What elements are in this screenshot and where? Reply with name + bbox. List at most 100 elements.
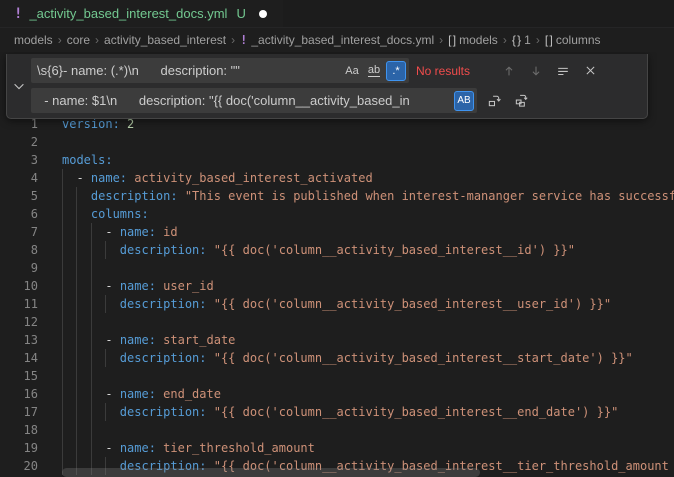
code-line-content [62, 421, 674, 439]
find-input[interactable]: \s{6}- name: (.*)\n description: "" Aa a… [31, 58, 409, 83]
code-token [62, 279, 105, 293]
indent-guide [76, 205, 77, 223]
code-line[interactable]: 18 [0, 421, 674, 439]
code-token: "{{ doc('column__activity_based_interest… [207, 297, 612, 311]
code-line[interactable]: 16 - name: end_date [0, 385, 674, 403]
code-line[interactable]: 17 description: "{{ doc('column__activit… [0, 403, 674, 421]
code-line-content: description: "{{ doc('column__activity_b… [62, 241, 674, 259]
code-token: 2 [120, 117, 134, 131]
line-number: 16 [0, 385, 38, 403]
indent-guide [76, 421, 77, 439]
line-number: 13 [0, 331, 38, 349]
object-symbol-icon: { } [512, 33, 520, 47]
code-token: - [105, 387, 119, 401]
code-token: start_date [156, 333, 235, 347]
indent-guide [62, 403, 63, 421]
code-token: name: [120, 441, 156, 455]
code-line[interactable]: 4 - name: activity_based_interest_activa… [0, 169, 674, 187]
replace-icon [487, 93, 502, 108]
breadcrumb-item[interactable]: !_activity_based_interest_docs.yml [240, 33, 434, 47]
code-token: description: [120, 243, 207, 257]
line-number: 14 [0, 349, 38, 367]
code-token: - [105, 279, 119, 293]
indent-guide [62, 349, 63, 367]
find-input-value[interactable]: \s{6}- name: (.*)\n description: "" [37, 63, 340, 78]
previous-match-button[interactable] [499, 61, 519, 81]
code-line[interactable]: 8 description: "{{ doc('column__activity… [0, 241, 674, 259]
code-token: "This event is published when interest-m… [178, 189, 674, 203]
code-line[interactable]: 2 [0, 133, 674, 151]
indent-guide [76, 331, 77, 349]
breadcrumb-item[interactable]: core [67, 33, 90, 47]
code-line[interactable]: 19 - name: tier_threshold_amount [0, 439, 674, 457]
tab-active-file[interactable]: ! _activity_based_interest_docs.yml U [0, 0, 283, 27]
breadcrumb-item[interactable]: [ ]models [448, 33, 498, 47]
tab-filename: _activity_based_interest_docs.yml [29, 6, 227, 21]
breadcrumb-label: models [459, 33, 498, 47]
indent-guide [105, 403, 106, 421]
code-token: "{{ doc('column__activity_based_interest… [207, 405, 619, 419]
replace-input[interactable]: - name: $1\n description: "{{ doc('colum… [31, 88, 477, 113]
breadcrumb-label: columns [556, 33, 601, 47]
code-line[interactable]: 12 [0, 313, 674, 331]
breadcrumb: models›core›activity_based_interest›!_ac… [0, 28, 674, 52]
find-in-selection-button[interactable] [553, 61, 573, 81]
indent-guide [76, 187, 77, 205]
code-token: name: [91, 171, 127, 185]
indent-guide [91, 385, 92, 403]
modified-dot-icon[interactable] [259, 10, 267, 18]
indent-guide [62, 439, 63, 457]
code-line[interactable]: 6 columns: [0, 205, 674, 223]
code-line[interactable]: 7 - name: id [0, 223, 674, 241]
toggle-replace-chevron[interactable] [7, 58, 31, 113]
match-case-toggle[interactable]: Aa [342, 61, 362, 81]
breadcrumb-separator-icon: › [536, 33, 540, 47]
code-line[interactable]: 11 description: "{{ doc('column__activit… [0, 295, 674, 313]
code-line-content [62, 313, 674, 331]
code-token: - [76, 171, 90, 185]
indent-guide [105, 241, 106, 259]
code-line[interactable]: 14 description: "{{ doc('column__activit… [0, 349, 674, 367]
code-token: description: [120, 405, 207, 419]
code-token [62, 333, 105, 347]
breadcrumb-item[interactable]: { }1 [512, 33, 531, 47]
code-line-content: - name: start_date [62, 331, 674, 349]
line-number: 17 [0, 403, 38, 421]
regex-toggle[interactable]: .* [386, 61, 406, 81]
indent-guide [62, 295, 63, 313]
arrow-up-icon [502, 64, 516, 78]
code-line-content: description: "{{ doc('column__activity_b… [62, 295, 674, 313]
indent-guide [76, 403, 77, 421]
replace-input-value[interactable]: - name: $1\n description: "{{ doc('colum… [37, 93, 452, 108]
code-line-content: - name: id [62, 223, 674, 241]
line-number: 9 [0, 259, 38, 277]
indent-guide [91, 259, 92, 277]
code-line[interactable]: 5 description: "This event is published … [0, 187, 674, 205]
breadcrumb-item[interactable]: activity_based_interest [104, 33, 226, 47]
breadcrumb-item[interactable]: models [14, 33, 53, 47]
code-line-content: - name: tier_threshold_amount [62, 439, 674, 457]
replace-button[interactable] [484, 91, 504, 111]
line-number: 7 [0, 223, 38, 241]
code-line[interactable]: 10 - name: user_id [0, 277, 674, 295]
horizontal-scrollbar[interactable] [62, 468, 480, 477]
code-line-content: columns: [62, 205, 674, 223]
next-match-button[interactable] [526, 61, 546, 81]
indent-guide [76, 241, 77, 259]
code-line[interactable]: 9 [0, 259, 674, 277]
whole-word-toggle[interactable]: ab [364, 61, 384, 81]
close-button[interactable] [580, 61, 600, 81]
editor-pane[interactable]: 1version: 223models:4 - name: activity_b… [0, 52, 674, 477]
indent-guide [91, 313, 92, 331]
code-line[interactable]: 15 [0, 367, 674, 385]
preserve-case-toggle[interactable]: AB [454, 91, 474, 111]
code-line-content: description: "This event is published wh… [62, 187, 674, 205]
breadcrumb-item[interactable]: [ ]columns [545, 33, 601, 47]
code-token: "{{ doc('column__activity_based_interest… [207, 351, 633, 365]
code-line[interactable]: 3models: [0, 151, 674, 169]
indent-guide [76, 313, 77, 331]
replace-all-button[interactable] [511, 91, 531, 111]
indent-guide [62, 313, 63, 331]
code-line[interactable]: 13 - name: start_date [0, 331, 674, 349]
code-token: activity_based_interest_activated [127, 171, 373, 185]
